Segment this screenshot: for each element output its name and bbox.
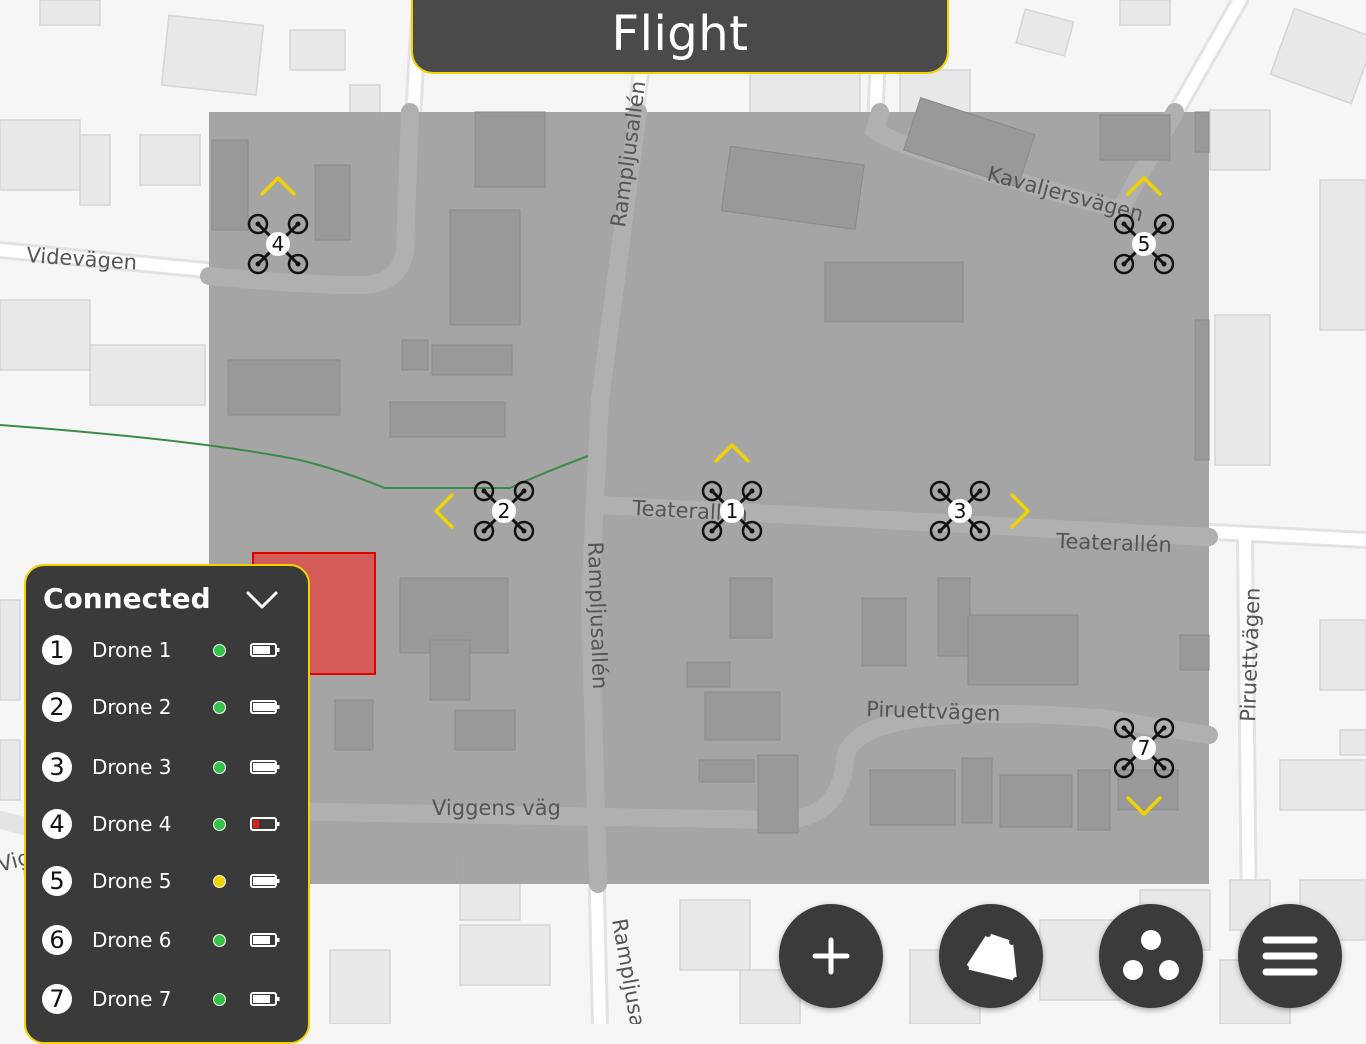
area-polygon-icon xyxy=(963,931,1019,983)
drone-list-item[interactable]: 4 Drone 4 xyxy=(26,802,308,846)
plus-icon xyxy=(812,937,850,975)
drone-number: 1 xyxy=(720,499,744,523)
menu-icon xyxy=(1262,936,1318,976)
drone-number: 7 xyxy=(1132,736,1156,760)
drone-marker-3[interactable]: 3 xyxy=(920,471,1030,551)
drone-list-item[interactable]: 3 Drone 3 xyxy=(26,745,308,789)
group-drones-icon xyxy=(1123,930,1179,980)
drone-marker-1[interactable]: 1 xyxy=(692,443,772,551)
battery-icon xyxy=(250,817,280,831)
status-dot xyxy=(213,875,226,888)
drone-list-item[interactable]: 2 Drone 2 xyxy=(26,685,308,729)
drone-name: Drone 1 xyxy=(92,638,172,662)
battery-icon xyxy=(250,760,280,774)
heading-chevron-down-icon xyxy=(1124,786,1164,826)
status-dot xyxy=(213,993,226,1006)
road-label: Piruettvägen xyxy=(866,697,1001,726)
heading-chevron-right-icon xyxy=(1000,491,1040,531)
drone-list-item[interactable]: 1 Drone 1 xyxy=(26,628,308,672)
road-label: Teaterallén xyxy=(1055,529,1172,557)
chevron-down-icon[interactable] xyxy=(244,584,280,614)
panel-title: Connected xyxy=(43,582,211,615)
drone-number: 2 xyxy=(492,499,516,523)
drone-name: Drone 6 xyxy=(92,928,172,952)
battery-icon xyxy=(250,874,280,888)
status-dot xyxy=(213,934,226,947)
page-title: Flight xyxy=(611,6,749,62)
heading-chevron-up-icon xyxy=(712,433,752,473)
drone-number-badge: 3 xyxy=(42,752,72,782)
drone-name: Drone 4 xyxy=(92,812,172,836)
drone-number-badge: 4 xyxy=(42,809,72,839)
heading-chevron-left-icon xyxy=(424,491,464,531)
heading-chevron-up-icon xyxy=(258,166,298,206)
drone-marker-2[interactable]: 2 xyxy=(434,471,544,551)
drone-list-item[interactable]: 6 Drone 6 xyxy=(26,918,308,962)
drone-number-badge: 6 xyxy=(42,925,72,955)
drone-number-badge: 1 xyxy=(42,635,72,665)
road-label: Viggens väg xyxy=(432,796,561,820)
road-label: Videvägen xyxy=(26,243,138,275)
status-dot xyxy=(213,701,226,714)
drone-number: 4 xyxy=(266,232,290,256)
drone-marker-4[interactable]: 4 xyxy=(238,176,318,284)
status-dot xyxy=(213,761,226,774)
title-bar: Flight xyxy=(411,0,949,74)
draw-area-button[interactable] xyxy=(939,904,1043,1008)
drone-list-item[interactable]: 5 Drone 5 xyxy=(26,859,308,903)
heading-chevron-up-icon xyxy=(1124,166,1164,206)
drone-number-badge: 7 xyxy=(42,984,72,1014)
group-drones-button[interactable] xyxy=(1099,904,1203,1008)
drone-marker-5[interactable]: 5 xyxy=(1104,176,1184,284)
drone-marker-7[interactable]: 7 xyxy=(1104,708,1184,816)
drone-name: Drone 7 xyxy=(92,987,172,1011)
drone-number: 3 xyxy=(948,499,972,523)
drone-name: Drone 2 xyxy=(92,695,172,719)
drone-name: Drone 3 xyxy=(92,755,172,779)
battery-icon xyxy=(250,992,280,1006)
menu-button[interactable] xyxy=(1238,904,1342,1008)
road-label: Piruettvägen xyxy=(1236,587,1265,722)
drone-name: Drone 5 xyxy=(92,869,172,893)
panel-header: Connected xyxy=(26,566,308,632)
road-label: Rampljusallén xyxy=(607,917,656,1024)
status-dot xyxy=(213,644,226,657)
drone-number: 5 xyxy=(1132,232,1156,256)
battery-icon xyxy=(250,700,280,714)
battery-icon xyxy=(250,643,280,657)
drone-number-badge: 2 xyxy=(42,692,72,722)
add-drone-button[interactable] xyxy=(779,904,883,1008)
drone-list-item[interactable]: 7 Drone 7 xyxy=(26,977,308,1021)
connected-panel: Connected 1 Drone 1 2 Drone 2 3 Drone 3 … xyxy=(24,564,310,1044)
status-dot xyxy=(213,818,226,831)
drone-number-badge: 5 xyxy=(42,866,72,896)
battery-icon xyxy=(250,933,280,947)
